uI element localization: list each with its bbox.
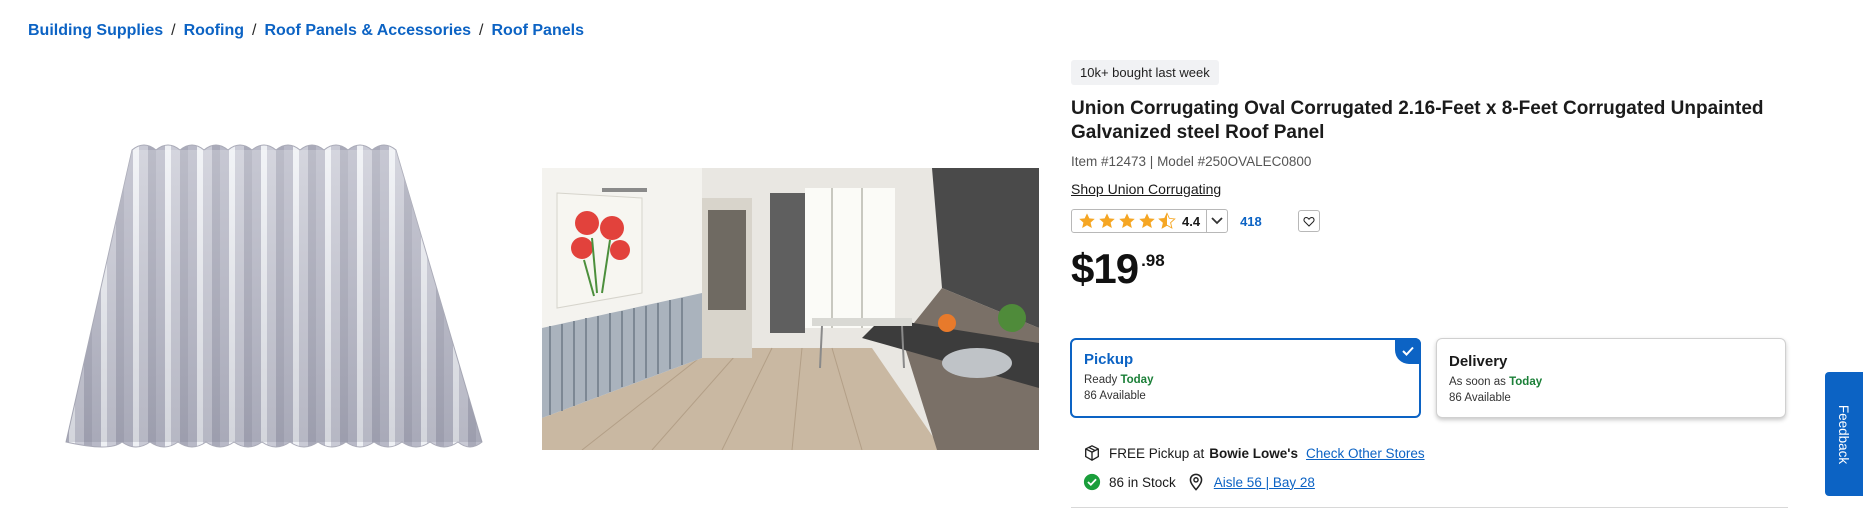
product-info: 10k+ bought last week Union Corrugating … [1071, 60, 1791, 291]
bought-last-week-badge: 10k+ bought last week [1071, 60, 1219, 85]
checkmark-icon [1395, 338, 1421, 364]
breadcrumb-separator: / [479, 22, 484, 39]
star-half-icon [1158, 212, 1176, 229]
fulfillment-options: Pickup Ready Today 86 Available Delivery… [1070, 338, 1786, 418]
breadcrumb-roofing[interactable]: Roofing [184, 22, 244, 40]
location-pin-icon [1186, 472, 1206, 492]
box-icon [1082, 443, 1102, 463]
check-other-stores-link[interactable]: Check Other Stores [1306, 446, 1425, 461]
feedback-tab[interactable]: Feedback [1825, 372, 1863, 496]
rating-row: 4.4 418 [1071, 209, 1791, 233]
star-icon [1099, 213, 1115, 229]
check-circle-icon [1082, 472, 1102, 492]
star-rating [1078, 212, 1176, 230]
delivery-available: 86 Available [1449, 392, 1511, 404]
pickup-option-card[interactable]: Pickup Ready Today 86 Available [1070, 338, 1421, 418]
delivery-title: Delivery [1449, 353, 1508, 370]
breadcrumb-separator: / [251, 22, 257, 39]
pickup-ready-line: Ready Today [1084, 374, 1154, 386]
stock-row: 86 in Stock Aisle 56 | Bay 28 [1082, 472, 1315, 492]
product-image-room[interactable] [542, 168, 1039, 450]
favorite-button[interactable] [1297, 210, 1320, 232]
breadcrumb-roof-panels[interactable]: Roof Panels [492, 22, 584, 40]
stock-text: 86 in Stock [1109, 474, 1176, 490]
item-model-number: Item #12473 | Model #250OVALEC0800 [1071, 154, 1312, 169]
free-pickup-text: FREE Pickup at [1109, 445, 1205, 461]
corrugated-panel-image [65, 144, 483, 448]
rating-value: 4.4 [1182, 213, 1201, 229]
star-icon [1079, 213, 1095, 229]
room-scene-image [542, 168, 1039, 450]
star-icon [1119, 213, 1135, 229]
chevron-down-icon[interactable] [1206, 210, 1227, 232]
breadcrumb-roof-panels-accessories[interactable]: Roof Panels & Accessories [264, 22, 471, 40]
heart-icon [1303, 216, 1315, 227]
delivery-eta-line: As soon as Today [1449, 376, 1543, 388]
breadcrumb-separator: / [171, 22, 176, 39]
price-dollars: $19 [1071, 245, 1139, 292]
star-icon [1139, 213, 1155, 229]
aisle-bay-link[interactable]: Aisle 56 | Bay 28 [1214, 475, 1315, 490]
rating-dropdown[interactable]: 4.4 [1071, 209, 1229, 233]
pickup-available: 86 Available [1084, 390, 1146, 402]
breadcrumb: Building Supplies / Roofing / Roof Panel… [28, 22, 584, 40]
pickup-title: Pickup [1084, 351, 1134, 368]
breadcrumb-building-supplies[interactable]: Building Supplies [28, 22, 163, 40]
divider [1071, 507, 1788, 508]
product-title: Union Corrugating Oval Corrugated 2.16-F… [1071, 98, 1764, 143]
feedback-label: Feedback [1836, 404, 1852, 464]
price-cents: .98 [1141, 251, 1165, 270]
product-image-main[interactable] [60, 132, 490, 472]
delivery-option-card[interactable]: Delivery As soon as Today 86 Available [1436, 338, 1786, 418]
store-name: Bowie Lowe's [1209, 445, 1299, 461]
price: $19 .98 [1071, 247, 1791, 291]
review-count-link[interactable]: 418 [1240, 214, 1262, 229]
shop-brand-link[interactable]: Shop Union Corrugating [1071, 181, 1221, 197]
free-pickup-row: FREE Pickup at Bowie Lowe's Check Other … [1082, 443, 1425, 463]
